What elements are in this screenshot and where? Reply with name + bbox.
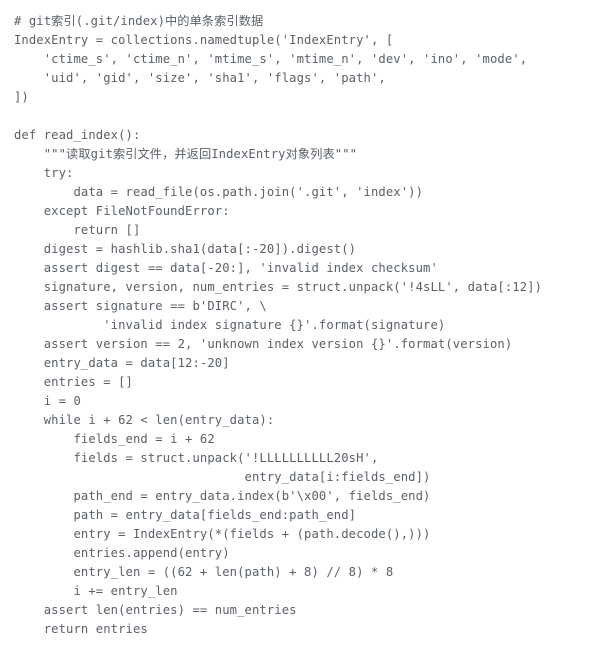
code-block: # git索引(.git/index)中的单条索引数据 IndexEntry =… <box>0 0 600 651</box>
